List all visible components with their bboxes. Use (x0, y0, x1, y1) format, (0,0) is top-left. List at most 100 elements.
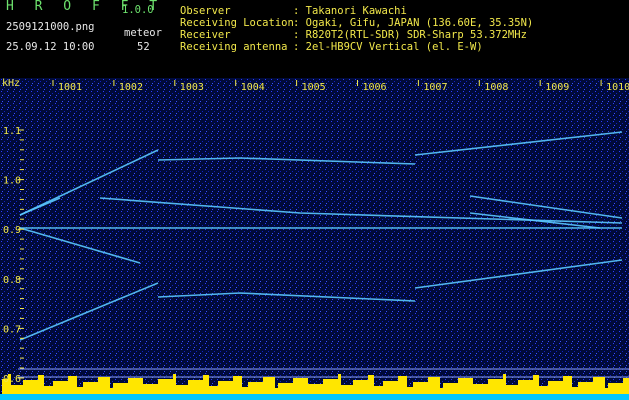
meter-bar (611, 383, 614, 394)
meter-bar (410, 387, 413, 394)
meter-bar (506, 385, 509, 394)
meter-bar (173, 374, 176, 394)
meter-bar (380, 386, 383, 394)
meter-bar (428, 377, 431, 394)
meter-bar (533, 375, 536, 394)
meter-bar (176, 385, 179, 394)
meter-bar (65, 381, 68, 394)
meter-bar (167, 379, 170, 394)
meter-bar (35, 380, 38, 394)
meter-bar (110, 388, 113, 394)
meter-bar (92, 382, 95, 394)
receiver-label: Receiver (180, 29, 231, 41)
meter-bar (98, 377, 101, 394)
meter-bar (320, 384, 323, 394)
meter-bar (26, 380, 29, 394)
meter-bar (356, 380, 359, 394)
meter-bar (536, 375, 539, 394)
meter-bar (551, 381, 554, 394)
meter-bar (71, 376, 74, 394)
meter-bar (314, 384, 317, 394)
meter-bar (125, 383, 128, 394)
meter-bar (29, 380, 32, 394)
meter-bar (377, 386, 380, 394)
meter-bar (608, 383, 611, 394)
meter-bar (437, 377, 440, 394)
meter-bar (440, 388, 443, 394)
meter-bar (527, 380, 530, 394)
meter-bar (416, 382, 419, 394)
meter-bar (11, 385, 14, 394)
meter-bar (191, 380, 194, 394)
meter-bar (260, 382, 263, 394)
meter-bar (449, 383, 452, 394)
meter-bar (197, 380, 200, 394)
meter-bar (419, 382, 422, 394)
meter-bar (623, 378, 626, 394)
meter-bar (569, 376, 572, 394)
meter-bar (212, 386, 215, 394)
meter-bar (407, 387, 410, 394)
meter-bar (170, 379, 173, 394)
meter-bar (446, 383, 449, 394)
meter-bar (335, 379, 338, 394)
meter-bar (398, 376, 401, 394)
meter-bar (500, 379, 503, 394)
meter-bar (134, 378, 137, 394)
meter-bar (566, 376, 569, 394)
meter-bar (485, 384, 488, 394)
meter-bar (155, 384, 158, 394)
meter-bar (515, 385, 518, 394)
meter-bar (602, 377, 605, 394)
meter-bar (140, 378, 143, 394)
header-panel: H R O F F T 1.0.0 2509121000.png meteor … (0, 0, 629, 78)
meter-bar (557, 381, 560, 394)
meter-bar (257, 382, 260, 394)
meter-bar (386, 381, 389, 394)
meter-bar (458, 378, 461, 394)
meter-bar (539, 386, 542, 394)
meter-bar (350, 385, 353, 394)
meter-bar (203, 375, 206, 394)
meter-bar (467, 378, 470, 394)
location-label: Receiving Location (180, 17, 294, 29)
meter-bar (41, 375, 44, 394)
meter-bar (461, 378, 464, 394)
meter-bar (284, 383, 287, 394)
meter-bar (266, 377, 269, 394)
meter-bar (272, 377, 275, 394)
meter-bar (413, 382, 416, 394)
meter-bar (215, 386, 218, 394)
meter-bar (185, 385, 188, 394)
x-tick-label: 1005 (302, 82, 326, 93)
meter-bar (227, 381, 230, 394)
meter-bar (371, 375, 374, 394)
meter-bar (482, 384, 485, 394)
meter-bar (383, 381, 386, 394)
meter-bar (44, 386, 47, 394)
meter-bar (122, 383, 125, 394)
meter-bar (374, 386, 377, 394)
meter-bar (89, 382, 92, 394)
meter-bar (119, 383, 122, 394)
meter-bar (38, 375, 41, 394)
meter-bar (74, 376, 77, 394)
meter-bar (68, 376, 71, 394)
meter-bar (599, 377, 602, 394)
meter-bar (311, 384, 314, 394)
meter-bar (83, 382, 86, 394)
meter-bar (587, 382, 590, 394)
meter-bar (263, 377, 266, 394)
meter-bar (359, 380, 362, 394)
meter-bar (104, 377, 107, 394)
meter-bar (347, 385, 350, 394)
meter-bar (20, 385, 23, 394)
meter-bar (425, 382, 428, 394)
meter-bar (431, 377, 434, 394)
meter-bar (146, 384, 149, 394)
meter-bar (326, 379, 329, 394)
meter-bar (293, 378, 296, 394)
meter-bar (206, 375, 209, 394)
x-tick-label: 1003 (180, 82, 204, 93)
meter-bar (188, 380, 191, 394)
